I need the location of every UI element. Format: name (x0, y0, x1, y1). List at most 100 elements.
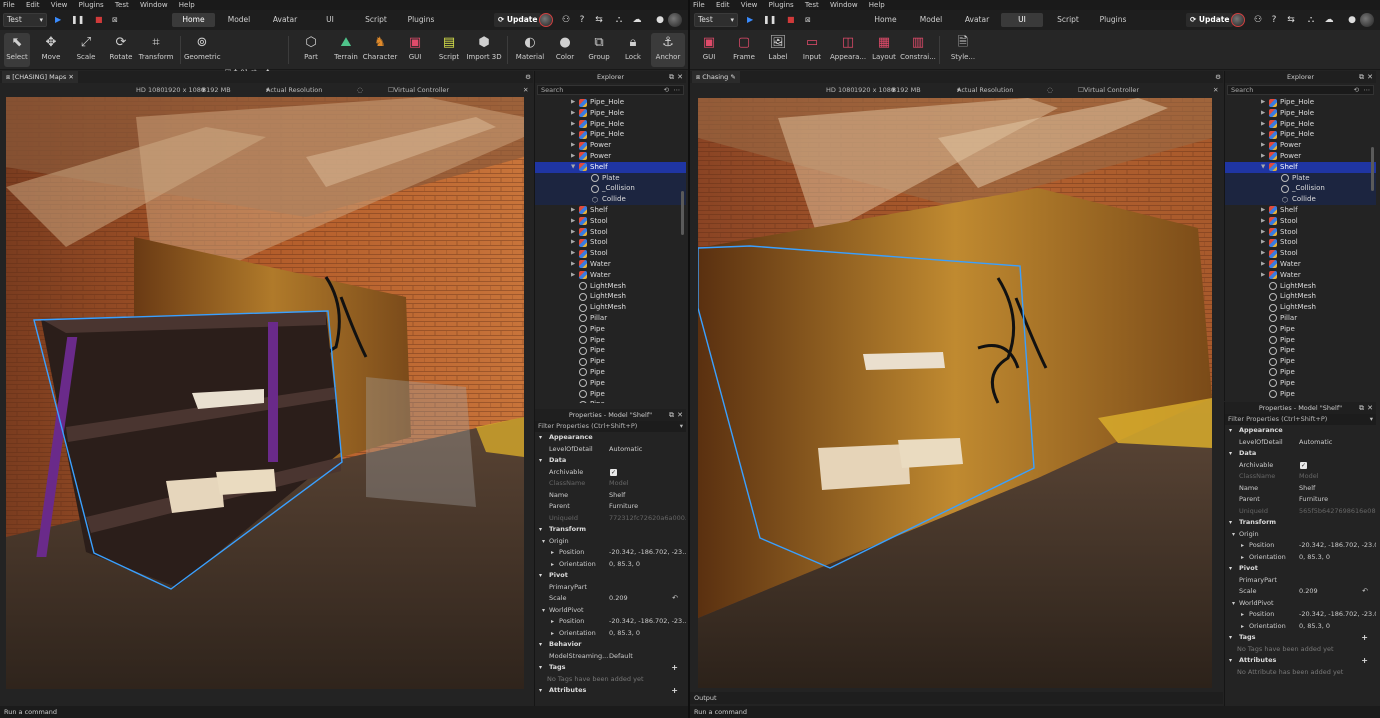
explorer-item[interactable]: ▶ Stool (535, 248, 686, 259)
doc-tab-maps[interactable]: ⧈ [CHASING] Maps ✕ (2, 71, 78, 83)
property-value[interactable]: Model (1299, 471, 1319, 483)
add-icon[interactable]: + (1361, 632, 1368, 644)
explorer-item[interactable]: Pipe (1225, 324, 1376, 335)
explorer-item[interactable]: LightMesh (535, 302, 686, 313)
menu-window[interactable]: Window (140, 1, 168, 9)
menu-help[interactable]: Help (869, 1, 885, 9)
explorer-item[interactable]: Pipe (535, 324, 686, 335)
property-value[interactable]: Furniture (1299, 494, 1328, 506)
property-row[interactable]: No Tags have been added yet (1225, 644, 1376, 656)
expand-arrow-icon[interactable]: ▶ (1261, 270, 1265, 281)
expand-arrow-icon[interactable]: ▾ (542, 605, 545, 617)
explorer-item[interactable]: ▶ Stool (535, 237, 686, 248)
explorer-item[interactable]: LightMesh (1225, 281, 1376, 292)
archivable-checkbox[interactable]: ✓ (1300, 461, 1307, 469)
help-icon[interactable]: ? (576, 14, 588, 26)
expand-arrow-icon[interactable]: ▸ (551, 616, 554, 628)
explorer-item[interactable]: ▶ Power (535, 140, 686, 151)
explorer-scrollbar[interactable] (681, 191, 684, 235)
collapse-arrow-icon[interactable]: ▼ (1261, 162, 1265, 173)
input-tool[interactable]: ▭ Input (796, 33, 828, 67)
undock-icon[interactable]: ⧉ (1359, 71, 1364, 83)
property-value[interactable]: -20.342, -186.702, -23.... (609, 616, 686, 628)
property-row[interactable]: ModelStreaming... Default (535, 651, 686, 663)
property-row[interactable]: LevelOfDetail Automatic (535, 444, 686, 456)
memory-dropdown[interactable]: 8192 MB ▾ (202, 83, 231, 97)
menu-plugins[interactable]: Plugins (769, 1, 794, 9)
explorer-item[interactable]: Pipe (535, 335, 686, 346)
menu-edit[interactable]: Edit (26, 1, 40, 9)
property-category[interactable]: Behavior (535, 639, 686, 651)
expand-arrow-icon[interactable]: ▶ (1261, 129, 1265, 140)
reset-icon[interactable]: ↶ (672, 593, 678, 605)
property-category[interactable]: Appearance (1225, 425, 1376, 437)
device-preset[interactable]: HD 1080 (826, 83, 855, 97)
property-category[interactable]: Pivot (535, 570, 686, 582)
add-icon[interactable]: + (1361, 655, 1368, 667)
explorer-item[interactable]: ▶ Water (535, 259, 686, 270)
tab-script[interactable]: Script (1050, 13, 1086, 27)
character-tool[interactable]: ♞ Character (362, 33, 398, 67)
undock-icon[interactable]: ⧉ (669, 409, 674, 421)
collab-icon[interactable]: ⛬ (613, 14, 625, 26)
explorer-item[interactable]: ▶ Shelf (1225, 205, 1376, 216)
explorer-item[interactable]: Pipe (535, 399, 686, 403)
expand-arrow-icon[interactable]: ▸ (1241, 540, 1244, 552)
close-icon[interactable]: ✕ (1367, 71, 1373, 83)
explorer-item[interactable]: ▶ Stool (535, 227, 686, 238)
label-tool[interactable]: 🖼︎ Label (762, 33, 794, 67)
explorer-item[interactable]: ▼ Shelf (535, 161, 686, 173)
viewport-3d[interactable] (6, 97, 524, 689)
gear-icon[interactable]: ⚙ (1215, 71, 1221, 83)
property-category[interactable]: Appearance (535, 432, 686, 444)
notification-icon[interactable]: ● (1346, 14, 1358, 26)
expand-arrow-icon[interactable]: ▶ (1261, 216, 1265, 227)
record-icon[interactable] (1231, 13, 1245, 27)
team-icon[interactable]: ⚇ (1252, 14, 1264, 26)
menu-test[interactable]: Test (115, 1, 129, 9)
play-icon[interactable]: ▶ (55, 14, 61, 26)
expand-arrow-icon[interactable]: ▶ (1261, 205, 1265, 216)
explorer-item[interactable]: ▶ Pipe_Hole (535, 119, 686, 130)
lock-tool[interactable]: 🔒︎ Lock (618, 33, 648, 67)
property-row[interactable]: Archivable ✓ (1225, 460, 1376, 472)
help-icon[interactable]: ? (1268, 14, 1280, 26)
tab-ui[interactable]: UI (318, 13, 342, 27)
property-row[interactable]: Position ▸ -20.342, -186.702, -23.073 (1225, 540, 1376, 552)
undock-icon[interactable]: ⧉ (669, 71, 674, 83)
property-value[interactable]: 772312fc72620a6a000... (609, 513, 686, 525)
history-icon[interactable]: ⟲ (664, 86, 669, 95)
close-icon[interactable]: ✕ (677, 409, 683, 421)
gear-icon[interactable]: ⚙ (525, 71, 531, 83)
record-icon[interactable] (539, 13, 553, 27)
property-row[interactable]: Position ▸ -20.342, -186.702, -23.... (535, 547, 686, 559)
explorer-item[interactable]: Pipe (1225, 345, 1376, 356)
cloud-icon[interactable]: ☁ (631, 14, 643, 26)
property-value[interactable]: Automatic (1299, 437, 1332, 449)
explorer-item[interactable]: ▶ Pipe_Hole (1225, 108, 1376, 119)
explorer-item[interactable]: Pipe (535, 389, 686, 400)
property-category[interactable]: Data (535, 455, 686, 467)
menu-view[interactable]: View (51, 1, 68, 9)
menu-file[interactable]: File (693, 1, 705, 9)
explorer-item[interactable]: _Collision (1225, 183, 1376, 195)
resolution-mode-dropdown[interactable]: Actual Resolution ▾ (266, 83, 322, 97)
property-row[interactable]: Orientation ▸ 0, 85.3, 0 (535, 628, 686, 640)
property-row[interactable]: Position ▸ -20.342, -186.702, -23.... (535, 616, 686, 628)
explorer-item[interactable]: ▶ Stool (1225, 227, 1376, 238)
property-row[interactable]: LevelOfDetail Automatic (1225, 437, 1376, 449)
expand-arrow-icon[interactable]: ▶ (571, 119, 575, 130)
resolution-mode-dropdown[interactable]: Actual Resolution ▾ (957, 83, 1013, 97)
tab-ui[interactable]: UI (1001, 13, 1043, 27)
explorer-item[interactable]: Pipe (535, 378, 686, 389)
property-value[interactable]: 0, 85.3, 0 (1299, 552, 1330, 564)
explorer-item[interactable]: ▶ Stool (1225, 237, 1376, 248)
property-row[interactable]: UniqueId 772312fc72620a6a000... (535, 513, 686, 525)
property-row[interactable]: Origin ▾ (1225, 529, 1376, 541)
property-category[interactable]: Tags + (535, 662, 686, 674)
expand-arrow-icon[interactable]: ▶ (1261, 248, 1265, 259)
explorer-item[interactable]: ▶ Pipe_Hole (1225, 129, 1376, 140)
team-icon[interactable]: ⚇ (560, 14, 572, 26)
close-icon[interactable]: ✕ (677, 71, 683, 83)
explorer-item[interactable]: LightMesh (1225, 291, 1376, 302)
